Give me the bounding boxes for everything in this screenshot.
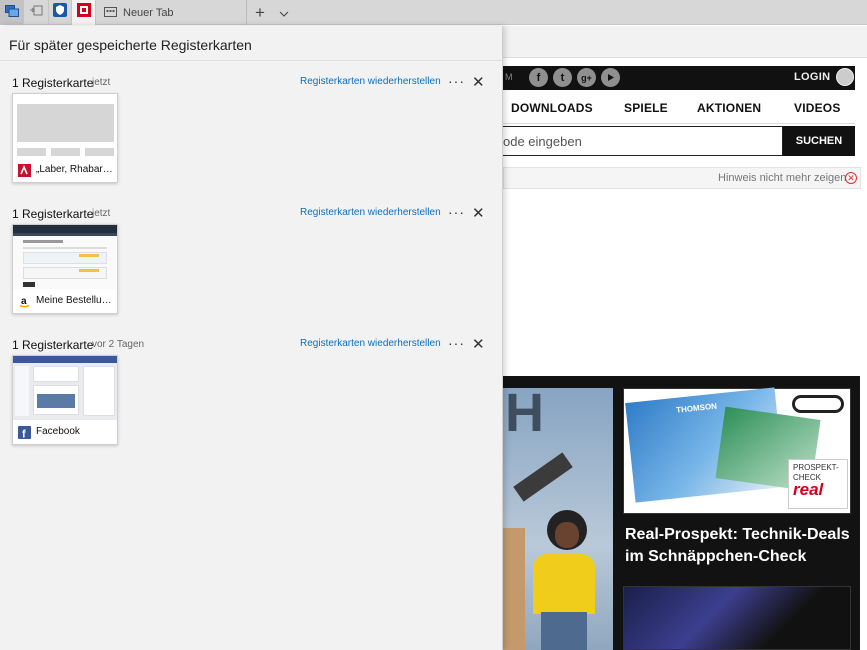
panel-title: Für später gespeicherte Registerkarten (9, 37, 252, 53)
amazon-favicon-icon: a (18, 295, 31, 308)
tab-preview-toggle[interactable] (274, 0, 294, 25)
address-bar-area (503, 26, 867, 58)
tabs-aside-button[interactable] (0, 0, 24, 25)
twitter-icon[interactable]: t (553, 68, 572, 87)
laber-favicon-icon (18, 164, 31, 177)
nav-aktionen[interactable]: AKTIONEN (697, 101, 761, 115)
pinned-tab-chip[interactable] (72, 0, 96, 25)
tab-title: Meine Bestellu… (36, 295, 112, 306)
avatar[interactable] (836, 68, 854, 86)
tab-thumbnail (13, 356, 117, 420)
person-figure (503, 528, 525, 650)
topbar-fragment: M (505, 72, 513, 82)
google-plus-icon[interactable]: g+ (577, 68, 596, 87)
nav-videos[interactable]: VIDEOS (794, 101, 841, 115)
tab-strip: Neuer Tab + (0, 0, 867, 25)
promo-headline[interactable]: Real-Prospekt: Technik-Deals im Schnäppc… (625, 524, 857, 568)
svg-text:a: a (21, 296, 27, 307)
tab-group: 1 Registerkarte jetzt Registerkarten wie… (0, 73, 503, 206)
person-body (533, 554, 595, 614)
search-input[interactable]: ode eingeben (503, 126, 783, 156)
tab-thumbnail (13, 225, 117, 289)
catalog-brand: THOMSON (675, 401, 718, 415)
search-button[interactable]: SUCHEN (783, 126, 855, 156)
chip-favicon-icon (76, 3, 91, 22)
group-time: vor 2 Tagen (92, 339, 145, 350)
group-count: 1 Registerkarte (12, 338, 94, 352)
promo-section: H THOMSON PROSPEKT-CHECK real Real-Prosp… (503, 376, 860, 650)
restore-tabs-link[interactable]: Registerkarten wiederherstellen (300, 338, 441, 349)
facebook-icon[interactable]: f (529, 68, 548, 87)
pinned-tab-shield[interactable] (48, 0, 72, 25)
saved-tab-card[interactable]: f Facebook (12, 355, 118, 445)
tab-thumbnail (13, 94, 117, 158)
site-nav: DOWNLOADS SPIELE AKTIONEN VIDEOS (503, 90, 855, 124)
person-face (555, 522, 579, 548)
hint-dismiss-link[interactable]: Hinweis nicht mehr zeigen (718, 172, 846, 184)
saved-tab-card[interactable]: „Laber, Rhabar… (12, 93, 118, 183)
set-tabs-aside-button[interactable] (24, 0, 48, 25)
tab-label: Neuer Tab (123, 6, 174, 19)
tab-title: Facebook (36, 426, 80, 437)
promo-image-left[interactable]: H (503, 388, 613, 650)
more-options-icon[interactable]: ··· (448, 73, 465, 89)
facebook-favicon-icon: f (18, 426, 31, 439)
prospekt-badge: PROSPEKT-CHECK real (788, 459, 848, 509)
close-icon[interactable]: ✕ (845, 172, 857, 184)
close-icon[interactable]: ✕ (472, 335, 485, 353)
browser-window: { "tabstrip": { "new_tab_label": "Neuer … (0, 0, 867, 650)
web-page: M f t g+ LOGIN DOWNLOADS SPIELE AKTIONEN… (503, 26, 867, 650)
promo-image-catalog[interactable]: THOMSON PROSPEKT-CHECK real (623, 387, 851, 514)
group-count: 1 Registerkarte (12, 207, 94, 221)
youtube-icon[interactable] (601, 68, 620, 87)
decorative-stripe (513, 452, 573, 502)
svg-text:f: f (22, 429, 26, 440)
set-aside-icon (29, 4, 43, 22)
promo-image-second[interactable] (623, 586, 851, 650)
person-legs (541, 612, 587, 650)
more-options-icon[interactable]: ··· (448, 204, 465, 220)
restore-tabs-link[interactable]: Registerkarten wiederherstellen (300, 76, 441, 87)
new-tab-button[interactable]: + (250, 0, 270, 25)
divider (0, 60, 503, 61)
site-search: ode eingeben SUCHEN (503, 126, 855, 156)
nav-downloads[interactable]: DOWNLOADS (511, 101, 593, 115)
real-logo: real (793, 480, 824, 499)
close-icon[interactable]: ✕ (472, 204, 485, 222)
tab-group: 1 Registerkarte jetzt Registerkarten wie… (0, 204, 503, 337)
tab-title: „Laber, Rhabar… (36, 164, 113, 175)
tab-group: 1 Registerkarte vor 2 Tagen Registerkart… (0, 335, 503, 468)
site-top-bar: M f t g+ LOGIN (503, 66, 855, 90)
group-count: 1 Registerkarte (12, 76, 94, 90)
login-link[interactable]: LOGIN (794, 71, 830, 83)
restore-tabs-link[interactable]: Registerkarten wiederherstellen (300, 207, 441, 218)
glasses-image (792, 395, 844, 413)
chevron-down-icon (279, 4, 289, 22)
saved-tabs-panel: Für später gespeicherte Registerkarten 1… (0, 26, 503, 650)
saved-tab-card[interactable]: a Meine Bestellu… (12, 224, 118, 314)
hint-bar: Hinweis nicht mehr zeigen ✕ (503, 167, 861, 189)
tab-new-tab[interactable]: Neuer Tab (97, 0, 247, 25)
group-time: jetzt (92, 77, 111, 88)
tabs-aside-icon (5, 4, 19, 22)
new-tab-page-icon (104, 4, 117, 22)
plus-icon: + (255, 2, 265, 22)
decorative-letter: H (505, 388, 544, 443)
close-icon[interactable]: ✕ (472, 73, 485, 91)
shield-favicon-icon (53, 3, 67, 22)
more-options-icon[interactable]: ··· (448, 335, 465, 351)
group-time: jetzt (92, 208, 111, 219)
nav-spiele[interactable]: SPIELE (624, 101, 668, 115)
